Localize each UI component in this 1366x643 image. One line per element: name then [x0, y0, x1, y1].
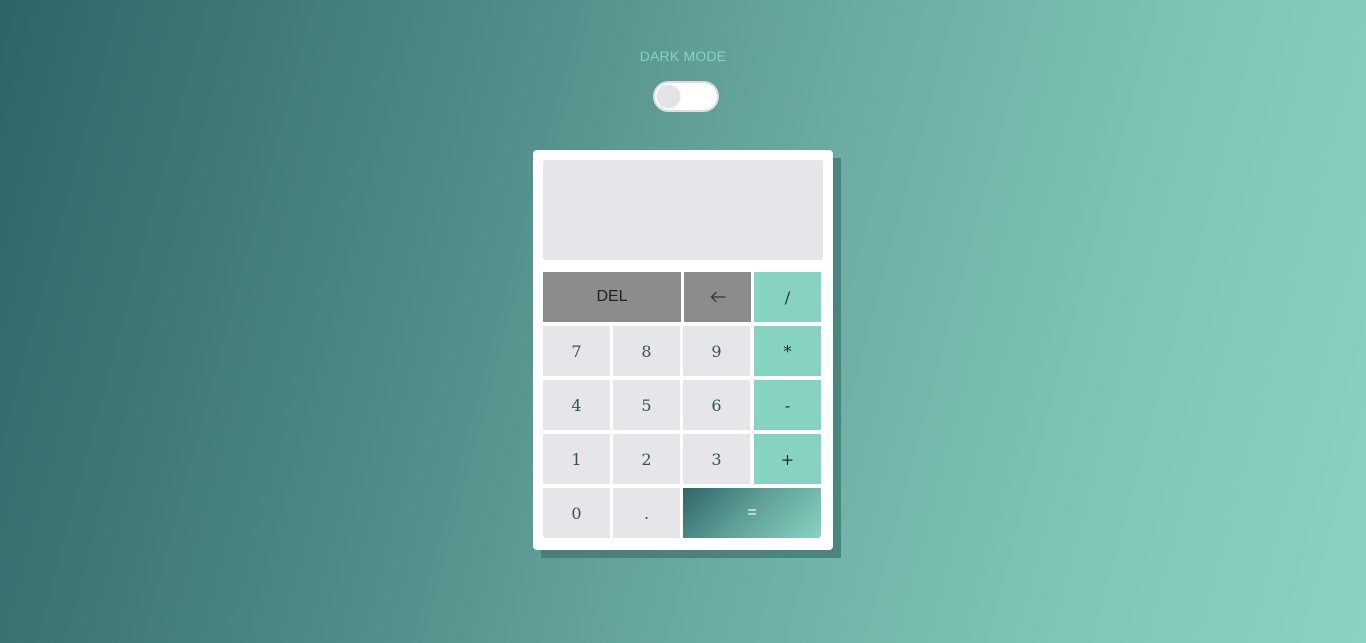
- digit-2-button[interactable]: 2: [613, 434, 680, 484]
- digit-8-button[interactable]: 8: [613, 326, 680, 376]
- calculator-display: [543, 160, 823, 260]
- arrow-left-icon: [710, 291, 726, 303]
- backspace-button[interactable]: [684, 272, 751, 322]
- decimal-button[interactable]: .: [613, 488, 680, 538]
- digit-9-button[interactable]: 9: [683, 326, 750, 376]
- delete-button[interactable]: DEL: [543, 272, 681, 322]
- digit-4-button[interactable]: 4: [543, 380, 610, 430]
- equals-button[interactable]: =: [683, 488, 821, 538]
- subtract-button[interactable]: -: [754, 380, 821, 430]
- add-button[interactable]: +: [754, 434, 821, 484]
- calculator: DEL / 7 8 9 * 4 5 6 - 1 2 3 + 0 . =: [533, 150, 833, 550]
- digit-6-button[interactable]: 6: [683, 380, 750, 430]
- digit-0-button[interactable]: 0: [543, 488, 610, 538]
- digit-7-button[interactable]: 7: [543, 326, 610, 376]
- multiply-button[interactable]: *: [754, 326, 821, 376]
- digit-3-button[interactable]: 3: [683, 434, 750, 484]
- digit-1-button[interactable]: 1: [543, 434, 610, 484]
- dark-mode-label: DARK MODE: [639, 48, 727, 64]
- toggle-knob: [657, 85, 680, 108]
- dark-mode-toggle[interactable]: [653, 81, 719, 112]
- divide-button[interactable]: /: [754, 272, 821, 322]
- digit-5-button[interactable]: 5: [613, 380, 680, 430]
